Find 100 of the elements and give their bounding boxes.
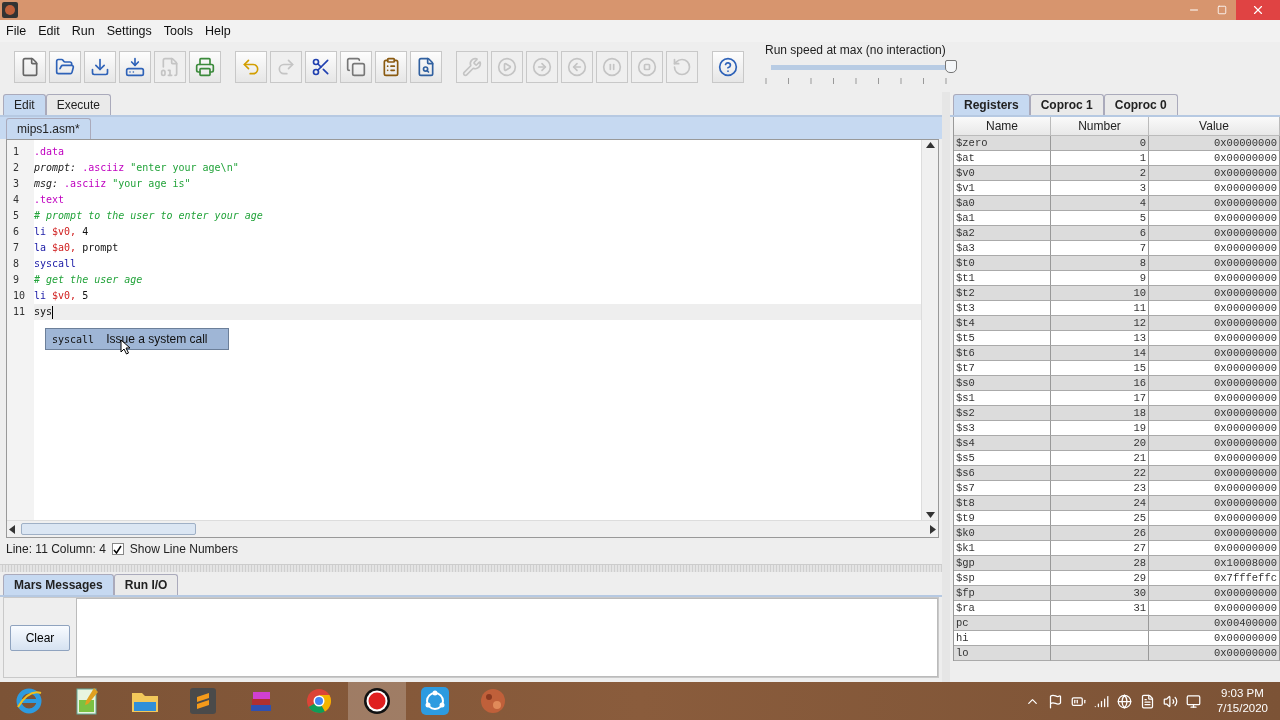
line-number: 1 — [12, 145, 21, 159]
table-cell: $t5 — [954, 331, 1051, 346]
menu-item[interactable]: Settings — [102, 24, 160, 38]
scroll-down-icon[interactable] — [925, 512, 935, 518]
table-cell: $k0 — [954, 526, 1051, 541]
tab[interactable]: Coproc 0 — [1103, 94, 1178, 115]
line-number: 11 — [12, 305, 27, 319]
table-cell: $s5 — [954, 451, 1051, 466]
toolbar-button[interactable] — [119, 51, 151, 83]
table-cell: $a2 — [954, 226, 1051, 241]
table-cell: 0x00000000 — [1149, 331, 1280, 346]
menu-item[interactable]: Edit — [34, 24, 68, 38]
table-cell: 2 — [1051, 166, 1149, 181]
slider-thumb[interactable] — [945, 59, 957, 73]
table-cell: 0x00000000 — [1149, 436, 1280, 451]
code-token: $v0, — [52, 225, 77, 239]
table-cell: 0x00000000 — [1149, 361, 1280, 376]
planet-icon — [479, 687, 507, 715]
restore-icon — [1217, 5, 1227, 15]
globe-icon[interactable] — [1116, 693, 1132, 709]
document-icon[interactable] — [1139, 693, 1155, 709]
table-cell: 10 — [1051, 286, 1149, 301]
table-cell: 0x00000000 — [1149, 226, 1280, 241]
record-icon — [362, 686, 392, 716]
table-cell: 0x00000000 — [1149, 286, 1280, 301]
toolbar-button[interactable] — [305, 51, 337, 83]
table-cell: $t0 — [954, 256, 1051, 271]
table-cell: 25 — [1051, 511, 1149, 526]
table-cell: 17 — [1051, 391, 1149, 406]
toolbar-button[interactable] — [375, 51, 407, 83]
tab[interactable]: Coproc 1 — [1029, 94, 1104, 115]
checkbox[interactable] — [111, 543, 124, 555]
scroll-up-icon[interactable] — [925, 142, 935, 148]
suggestion-keyword: syscall — [52, 333, 95, 345]
code-token: 5 — [82, 289, 89, 303]
table-cell: 30 — [1051, 586, 1149, 601]
line-number: 3 — [12, 177, 21, 191]
tab[interactable]: Mars Messages — [3, 574, 114, 595]
table-cell: 0x00000000 — [1149, 406, 1280, 421]
table-cell: $t7 — [954, 361, 1051, 376]
table-cell: 0x00000000 — [1149, 481, 1280, 496]
line-number: 2 — [12, 161, 21, 175]
search-file-icon — [416, 57, 436, 77]
file-tab[interactable]: mips1.asm* — [6, 118, 91, 139]
table-cell: 0x00000000 — [1149, 301, 1280, 316]
tab[interactable]: Registers — [953, 94, 1030, 115]
table-cell: 0x00000000 — [1149, 256, 1280, 271]
code-token: $v0, — [52, 289, 77, 303]
menu-item[interactable]: Help — [201, 24, 239, 38]
share-icon — [420, 686, 450, 716]
table-cell: $ra — [954, 601, 1051, 616]
menu-item[interactable]: File — [2, 24, 35, 38]
table-cell: 28 — [1051, 556, 1149, 571]
scrollbar-thumb[interactable] — [21, 523, 196, 535]
pause-icon — [602, 57, 622, 77]
monitor-icon[interactable] — [1185, 693, 1201, 709]
tab[interactable]: Execute — [45, 94, 112, 115]
table-cell: 0x00000000 — [1149, 526, 1280, 541]
menu-item[interactable]: Tools — [159, 24, 201, 38]
table-cell: 3 — [1051, 181, 1149, 196]
undo-icon — [241, 57, 261, 77]
taskbar-button[interactable] — [348, 682, 406, 720]
table-cell: 0x00000000 — [1149, 346, 1280, 361]
column-header[interactable]: Name — [954, 117, 1051, 136]
toolbar-button[interactable] — [410, 51, 442, 83]
chrome-icon — [305, 687, 333, 715]
toolbar-button[interactable] — [49, 51, 81, 83]
menu-item[interactable]: Run — [67, 24, 103, 38]
table-cell: $v1 — [954, 181, 1051, 196]
scroll-left-icon[interactable] — [9, 524, 15, 534]
table-cell: $zero — [954, 136, 1051, 151]
column-header[interactable]: Number — [1051, 117, 1149, 136]
code-token: .data — [34, 145, 65, 159]
table-cell: 22 — [1051, 466, 1149, 481]
table-cell: hi — [954, 631, 1051, 646]
flag-icon[interactable] — [1047, 693, 1063, 709]
table-cell: 8 — [1051, 256, 1149, 271]
table-cell: 0x00000000 — [1149, 541, 1280, 556]
stop-icon — [637, 57, 657, 77]
scroll-right-icon[interactable] — [930, 524, 936, 534]
tab[interactable]: Run I/O — [113, 574, 179, 595]
table-cell: $s0 — [954, 376, 1051, 391]
play-icon — [497, 57, 517, 77]
printer-icon — [195, 57, 215, 77]
table-cell: 5 — [1051, 211, 1149, 226]
table-cell: 0x00000000 — [1149, 511, 1280, 526]
table-cell: 0x00000000 — [1149, 586, 1280, 601]
toolbar-button[interactable] — [84, 51, 116, 83]
tab[interactable]: Edit — [3, 94, 46, 115]
volume-icon[interactable] — [1162, 693, 1178, 709]
table-cell: pc — [954, 616, 1051, 631]
table-cell: 12 — [1051, 316, 1149, 331]
toolbar-button[interactable] — [189, 51, 221, 83]
column-header[interactable]: Value — [1149, 117, 1280, 136]
signal-icon[interactable] — [1093, 693, 1109, 709]
toolbar-button[interactable] — [340, 51, 372, 83]
clear-button[interactable]: Clear — [10, 624, 70, 651]
toolbar-button[interactable] — [14, 51, 46, 83]
toolbar-button[interactable] — [712, 51, 744, 83]
table-cell: 0 — [1051, 136, 1149, 151]
